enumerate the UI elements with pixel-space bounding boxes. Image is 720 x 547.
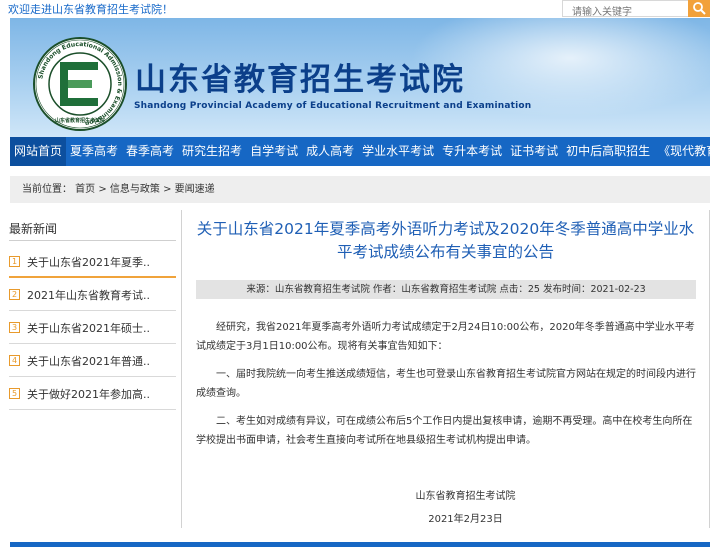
article-paragraph: 一、届时我院统一向考生推送成绩短信，考生也可登录山东省教育招生考试院官方网站在规…	[196, 369, 696, 399]
nav-item-home[interactable]: 网站首页	[10, 137, 67, 166]
list-item-number: 5	[9, 388, 20, 399]
search-input[interactable]: 请输入关键字	[562, 0, 690, 18]
nav-item-proficiency-exam[interactable]: 学业水平考试	[358, 137, 438, 166]
nav-item-vocational-admission[interactable]: 初中后高职招生	[562, 137, 654, 166]
article-paragraph: 二、考生如对成绩有异议，可在成绩公布后5个工作日内提出复核申请，逾期不再受理。高…	[196, 416, 693, 446]
academy-logo[interactable]: Shandong Educational Admission & Examina…	[32, 36, 128, 132]
list-item[interactable]: 5 关于做好2021年参加高..	[9, 380, 176, 410]
logo-seal-text: 山东省教育招生考试院	[55, 117, 105, 124]
top-bar: 欢迎走进山东省教育招生考试院！ 请输入关键字	[0, 0, 720, 18]
list-item[interactable]: 3 关于山东省2021年硕士..	[9, 314, 176, 344]
list-item-label[interactable]: 关于山东省2021年普通..	[27, 353, 150, 369]
list-item-number: 4	[9, 355, 20, 366]
breadcrumb[interactable]: 当前位置： 首页 > 信息与政策 > 要闻速递	[10, 176, 710, 203]
list-item[interactable]: 4 关于山东省2021年普通..	[9, 347, 176, 377]
list-item-underline	[9, 376, 176, 377]
nav-item-graduate-exam[interactable]: 研究生招考	[178, 137, 246, 166]
nav-item-certificate-exam[interactable]: 证书考试	[506, 137, 562, 166]
article-panel: 关于山东省2021年夏季高考外语听力考试及2020年冬季普通高中学业水平考试成绩…	[181, 210, 710, 528]
nav-item-spring-exam[interactable]: 春季高考	[122, 137, 178, 166]
list-item-number: 3	[9, 322, 20, 333]
list-item-underline	[9, 343, 176, 344]
list-item-label[interactable]: 2021年山东省教育考试..	[27, 287, 150, 303]
sidebar-title: 最新新闻	[9, 222, 58, 236]
nav-item-modern-education[interactable]: 《现代教育》	[654, 137, 720, 166]
article-date: 2021年2月23日	[428, 514, 503, 525]
nav-item-upgrade-exam[interactable]: 专升本考试	[438, 137, 506, 166]
article-signature: 山东省教育招生考试院	[415, 491, 516, 502]
list-item-number: 2	[9, 289, 20, 300]
search-icon	[693, 2, 706, 15]
list-item-label[interactable]: 关于做好2021年参加高..	[27, 386, 150, 402]
list-item[interactable]: 1 关于山东省2021年夏季..	[9, 248, 176, 278]
list-item-label[interactable]: 关于山东省2021年硕士..	[27, 320, 150, 336]
main-nav: 网站首页 夏季高考 春季高考 研究生招考 自学考试 成人高考 学业水平考试 专升…	[10, 137, 720, 166]
article-title: 关于山东省2021年夏季高考外语听力考试及2020年冬季普通高中学业水平考试成绩…	[196, 220, 695, 261]
article-paragraph: 经研究，我省2021年夏季高考外语听力考试成绩定于2月24日10:00公布，20…	[196, 322, 695, 352]
nav-item-self-study-exam[interactable]: 自学考试	[246, 137, 302, 166]
list-item-underline	[9, 409, 176, 410]
nav-item-summer-exam[interactable]: 夏季高考	[66, 137, 122, 166]
article-meta: 来源：山东省教育招生考试院 作者：山东省教育招生考试院 点击：25 发布时间：2…	[196, 280, 696, 299]
welcome-text: 欢迎走进山东省教育招生考试院！	[8, 3, 173, 16]
list-item-label[interactable]: 关于山东省2021年夏季..	[27, 254, 150, 270]
site-subtitle-en: Shandong Provincial Academy of Education…	[134, 101, 532, 111]
sidebar-divider	[9, 240, 176, 241]
site-title: 山东省教育招生考试院	[135, 62, 465, 98]
list-item-underline	[9, 276, 176, 278]
list-item-number: 1	[9, 256, 20, 267]
site-header: Shandong Educational Admission & Examina…	[10, 18, 710, 137]
search-button[interactable]	[688, 0, 710, 17]
list-item-underline	[9, 310, 176, 311]
nav-item-adult-exam[interactable]: 成人高考	[302, 137, 358, 166]
footer-bar	[10, 542, 710, 547]
list-item[interactable]: 2 2021年山东省教育考试..	[9, 281, 176, 311]
